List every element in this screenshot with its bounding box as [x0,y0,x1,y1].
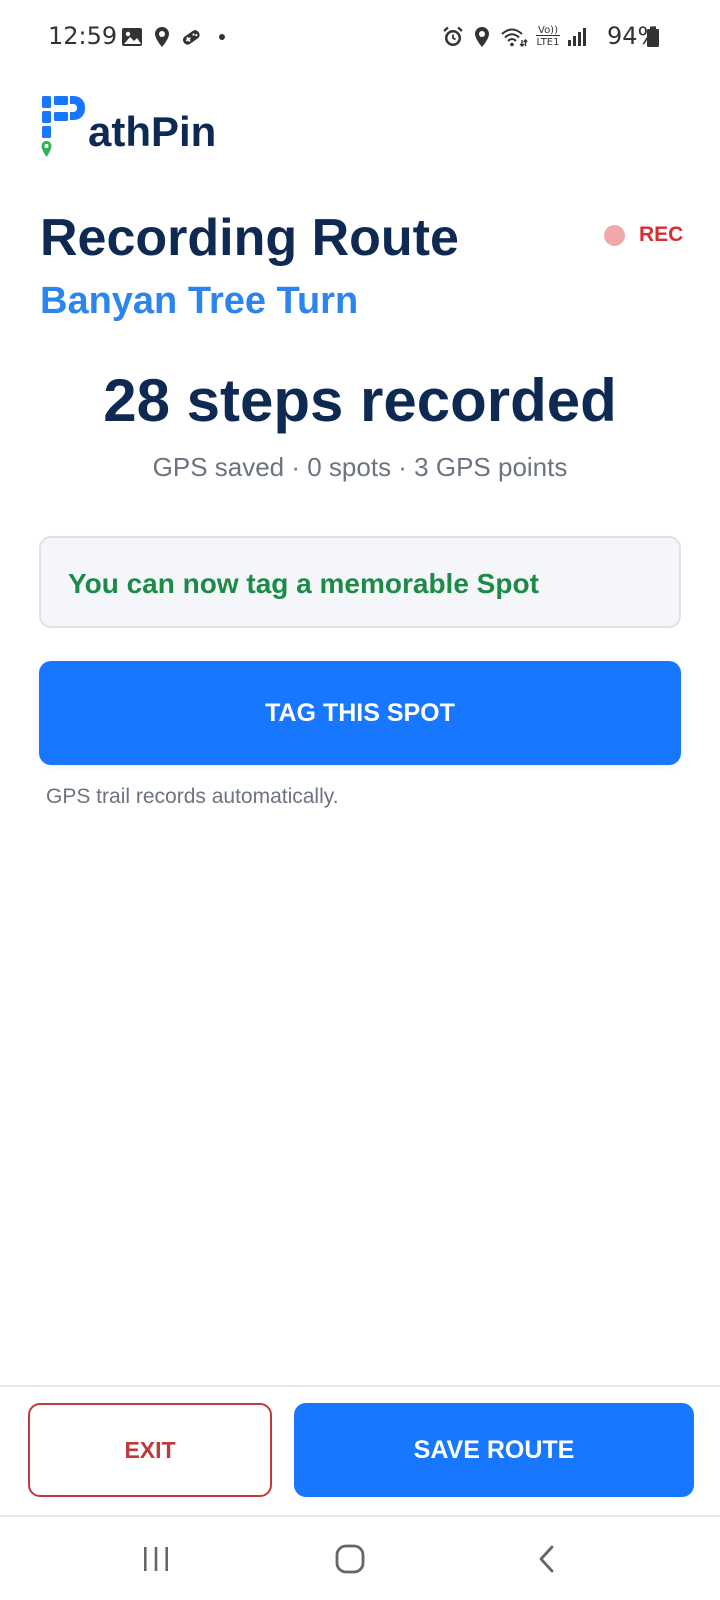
logo-text: athPin [88,108,217,155]
gps-summary: GPS saved · 0 spots · 3 GPS points [152,452,568,482]
info-message: You can now tag a memorable Spot [68,568,539,599]
wifi-icon [500,26,528,48]
battery-icon [646,26,660,48]
app-logo: athPin [40,94,260,164]
signal-icon [566,26,588,48]
exit-button[interactable]: EXIT [28,1403,272,1497]
gps-hint: GPS trail records automatically. [46,785,339,808]
dot-icon [215,26,237,48]
svg-text:LTE1: LTE1 [537,37,560,48]
bottom-action-bar: EXIT SAVE ROUTE [0,1385,720,1517]
page-title: Recording Route [40,209,459,267]
route-name: Banyan Tree Turn [40,280,359,322]
status-time: 12:59 [48,22,118,50]
save-route-label: SAVE ROUTE [413,1435,575,1464]
recents-icon[interactable] [136,1539,176,1579]
gallery-icon [121,26,143,48]
rec-label: REC [639,223,684,246]
game-controller-icon [180,26,202,48]
pathpin-logo-icon [41,96,85,157]
system-nav-bar [0,1519,720,1600]
recording-indicator: REC [604,222,683,248]
tag-spot-button[interactable]: TAG THIS SPOT [39,661,681,765]
home-icon[interactable] [330,1539,370,1579]
rec-dot-icon [604,224,625,246]
svg-text:Vo)): Vo)) [538,25,558,36]
location-icon [151,26,173,48]
volte-lte-icon: Vo)) LTE1 [533,22,563,48]
info-banner: You can now tag a memorable Spot [39,536,681,628]
back-icon[interactable] [528,1539,568,1579]
alarm-icon [442,26,464,48]
save-route-button[interactable]: SAVE ROUTE [294,1403,694,1497]
location-icon [471,26,493,48]
status-bar: 12:59 Vo)) LTE1 94% [0,0,720,72]
exit-label: EXIT [124,1436,176,1463]
steps-count: 28 steps recorded [103,367,617,434]
tag-spot-label: TAG THIS SPOT [265,698,455,727]
